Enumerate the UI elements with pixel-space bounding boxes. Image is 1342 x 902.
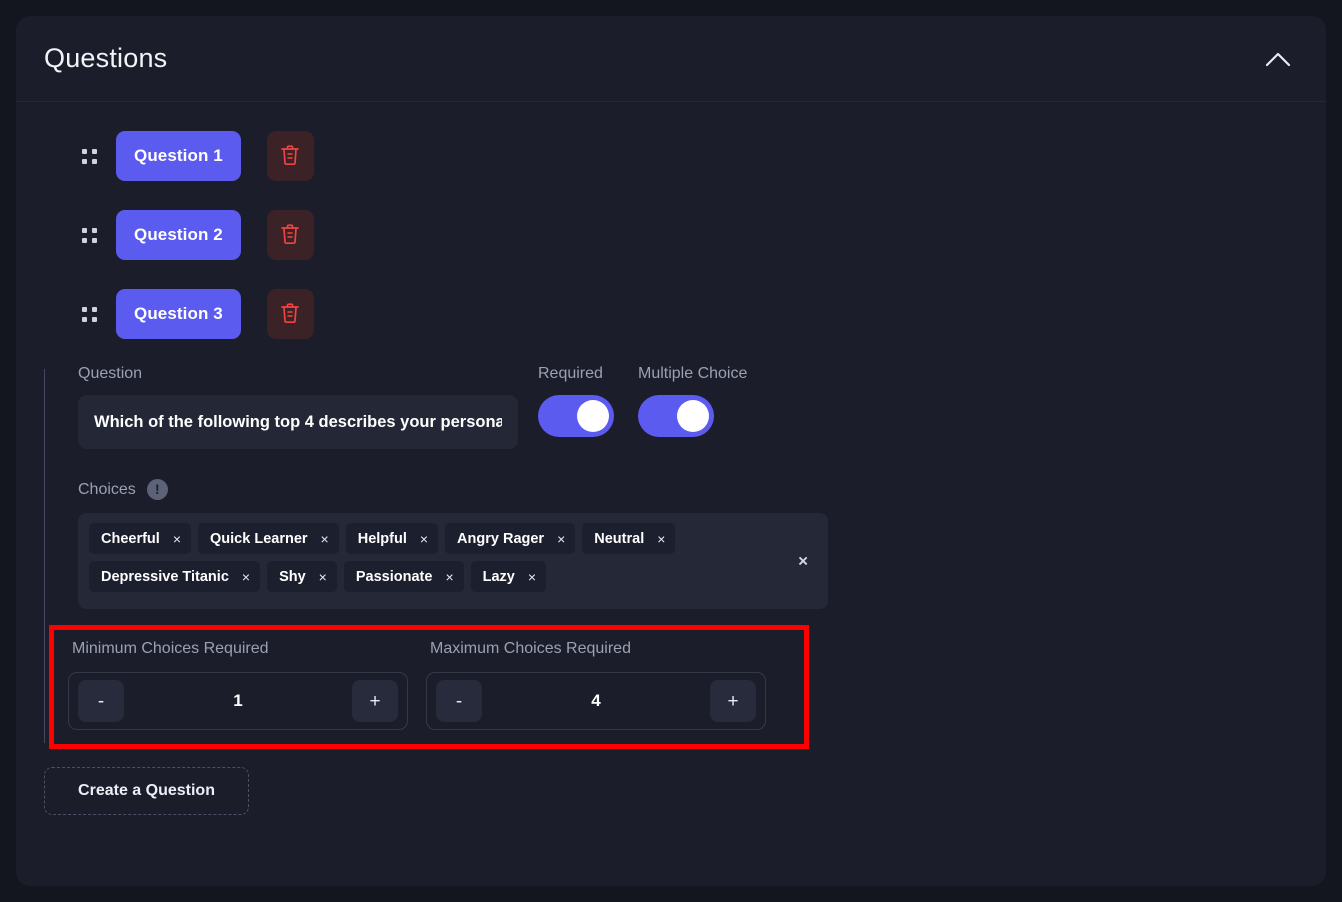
maximum-decrement-button[interactable]: -: [436, 680, 482, 722]
choice-limits-row: Minimum Choices Required - 1 + Maximum C…: [68, 640, 790, 730]
maximum-choices-label: Maximum Choices Required: [430, 640, 631, 657]
question-row: Question 2: [44, 207, 1298, 263]
remove-choice-icon[interactable]: ×: [557, 532, 565, 546]
exclamation-circle-icon[interactable]: !: [146, 479, 168, 500]
question-and-toggles-row: Question Required Multiple Choice: [78, 365, 1298, 449]
choices-label: Choices: [78, 480, 136, 498]
choice-limits-highlight: Minimum Choices Required - 1 + Maximum C…: [49, 625, 809, 749]
choice-tag: Passionate ×: [343, 561, 464, 592]
minimum-choices-group: Minimum Choices Required - 1 +: [68, 640, 408, 730]
required-toggle-label: Required: [538, 365, 603, 382]
app-root: Questions Question 1 Question 2 Question…: [0, 0, 1342, 902]
maximum-choices-stepper: - 4 +: [426, 672, 766, 730]
question-detail-panel: Question Required Multiple Choice: [44, 365, 1298, 749]
minimum-choices-stepper: - 1 +: [68, 672, 408, 730]
remove-choice-icon[interactable]: ×: [173, 532, 181, 546]
question-button-1[interactable]: Question 1: [116, 131, 241, 181]
create-question-button[interactable]: Create a Question: [44, 767, 249, 815]
question-field-label: Question: [78, 365, 143, 382]
remove-choice-icon[interactable]: ×: [321, 532, 329, 546]
remove-choice-icon[interactable]: ×: [420, 532, 428, 546]
trash-icon: [280, 223, 300, 248]
question-field-group: Question: [78, 365, 518, 449]
remove-choice-icon[interactable]: ×: [445, 570, 453, 584]
panel-header: Questions: [16, 16, 1326, 102]
remove-choice-icon[interactable]: ×: [657, 532, 665, 546]
choice-tag-label: Helpful: [357, 530, 407, 547]
delete-question-button-2[interactable]: [266, 210, 314, 260]
remove-choice-icon[interactable]: ×: [319, 570, 327, 584]
question-button-3[interactable]: Question 3: [116, 289, 241, 339]
panel-body: Question 1 Question 2 Question 3 Questio…: [16, 102, 1326, 815]
choice-tag: Angry Rager ×: [445, 523, 576, 554]
required-toggle-group: Required: [538, 365, 614, 437]
choice-tag-label: Quick Learner: [210, 530, 308, 547]
maximum-increment-button[interactable]: +: [710, 680, 756, 722]
multiple-choice-toggle[interactable]: [638, 395, 714, 437]
trash-icon: [280, 302, 300, 327]
maximum-choices-group: Maximum Choices Required - 4 +: [426, 640, 766, 730]
multiple-choice-toggle-group: Multiple Choice: [638, 365, 747, 437]
page-title: Questions: [44, 43, 168, 73]
choices-section: Choices ! Cheerful × Quick Learner × Hel…: [78, 479, 1298, 609]
choice-tag: Shy ×: [267, 561, 337, 592]
choice-tag: Quick Learner ×: [198, 523, 339, 554]
required-toggle[interactable]: [538, 395, 614, 437]
choices-input-box[interactable]: Cheerful × Quick Learner × Helpful × Ang…: [78, 513, 828, 609]
choice-tag: Cheerful ×: [89, 523, 192, 554]
choice-tag-label: Passionate: [355, 568, 433, 585]
minimum-decrement-button[interactable]: -: [78, 680, 124, 722]
remove-choice-icon[interactable]: ×: [528, 570, 536, 584]
choice-tag-label: Lazy: [482, 568, 515, 585]
question-input[interactable]: [78, 395, 518, 449]
choice-tag: Lazy ×: [470, 561, 547, 592]
question-row: Question 1: [44, 128, 1298, 184]
delete-question-button-3[interactable]: [266, 289, 314, 339]
choice-tag: Depressive Titanic ×: [89, 561, 261, 592]
delete-question-button-1[interactable]: [266, 131, 314, 181]
questions-panel: Questions Question 1 Question 2 Question…: [16, 16, 1326, 886]
toggle-knob: [677, 400, 709, 432]
chevron-up-icon: [1265, 51, 1291, 67]
multiple-choice-toggle-label: Multiple Choice: [638, 365, 748, 382]
drag-handle-icon[interactable]: [78, 303, 100, 325]
drag-handle-icon[interactable]: [78, 224, 100, 246]
choice-tag-label: Angry Rager: [457, 530, 545, 547]
minimum-increment-button[interactable]: +: [352, 680, 398, 722]
choice-tag-label: Shy: [279, 568, 306, 585]
choice-tag-label: Cheerful: [101, 530, 160, 547]
drag-handle-icon[interactable]: [78, 145, 100, 167]
toggles-group: Required Multiple Choice: [538, 365, 747, 437]
minimum-choices-label: Minimum Choices Required: [72, 640, 269, 657]
choice-tag-label: Depressive Titanic: [101, 568, 229, 585]
choice-tag: Neutral ×: [582, 523, 676, 554]
clear-all-choices-button[interactable]: ×: [794, 549, 812, 574]
remove-choice-icon[interactable]: ×: [242, 570, 250, 584]
minimum-choices-value: 1: [233, 691, 243, 710]
choice-tag-label: Neutral: [594, 530, 645, 547]
maximum-choices-value: 4: [591, 691, 601, 710]
choices-label-row: Choices !: [78, 479, 1298, 500]
choice-tag: Helpful ×: [345, 523, 439, 554]
question-row: Question 3: [44, 286, 1298, 342]
trash-icon: [280, 144, 300, 169]
question-button-2[interactable]: Question 2: [116, 210, 241, 260]
collapse-panel-button[interactable]: [1258, 39, 1298, 79]
toggle-knob: [577, 400, 609, 432]
